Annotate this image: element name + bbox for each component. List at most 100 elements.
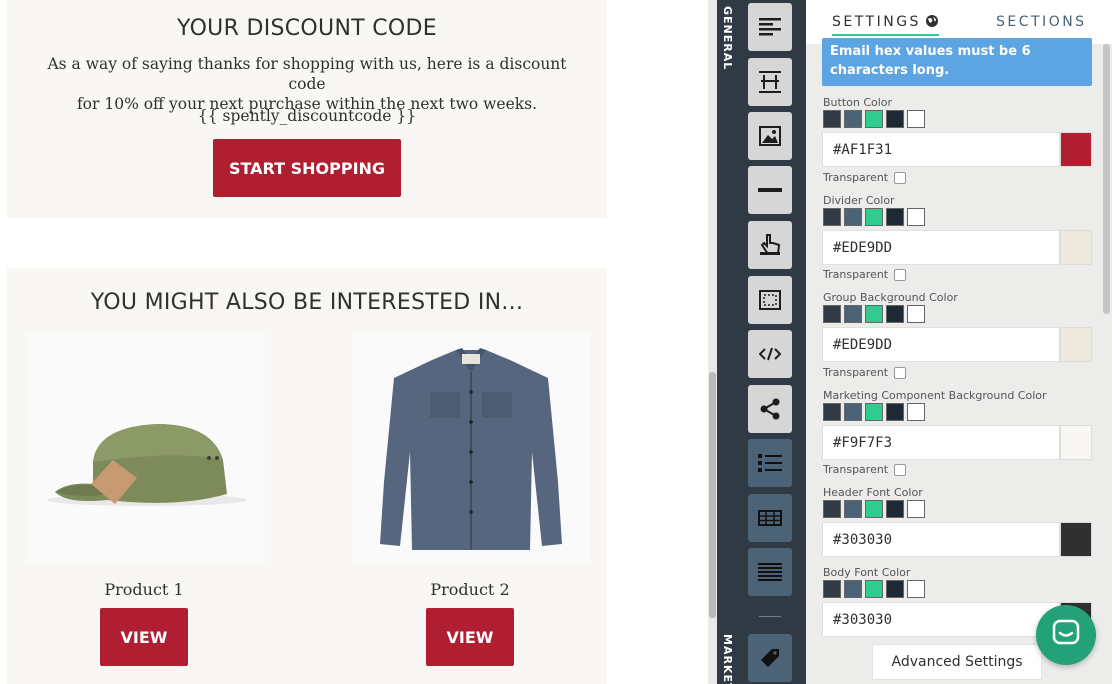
swatch-navy[interactable] [886, 208, 904, 226]
tab-settings[interactable]: SETTINGS [832, 14, 939, 36]
transparent-checkbox[interactable] [894, 463, 907, 476]
divider-color-transparent[interactable]: Transparent [823, 268, 907, 281]
swatch-navy[interactable] [886, 110, 904, 128]
swatch-white[interactable] [907, 305, 925, 323]
settings-panel: SETTINGS SECTIONS Email hex values must … [806, 0, 1112, 684]
swatch-steel-blue[interactable] [844, 403, 862, 421]
text-tool-button[interactable] [748, 3, 792, 51]
divider-color-input[interactable]: #EDE9DD [822, 230, 1060, 265]
spacer-tool-button[interactable] [748, 58, 792, 106]
header-font-color-preview[interactable] [1060, 522, 1092, 557]
button-color-preview[interactable] [1060, 132, 1092, 167]
component-toolbar [742, 0, 806, 684]
product-2-name: Product 2 [430, 580, 510, 599]
preview-scrollbar-thumb[interactable] [709, 372, 716, 618]
divider-color-label: Divider Color [823, 194, 895, 207]
code-tool-button[interactable] [748, 330, 792, 378]
share-tool-button[interactable] [748, 385, 792, 433]
swatch-white[interactable] [907, 580, 925, 598]
body-font-color-label: Body Font Color [823, 566, 911, 579]
swatch-dark-slate[interactable] [823, 580, 841, 598]
divider-color-preview[interactable] [1060, 230, 1092, 265]
swatch-dark-slate[interactable] [823, 403, 841, 421]
group-background-color-swatches [823, 305, 925, 323]
list-icon [758, 453, 782, 473]
swatch-navy[interactable] [886, 305, 904, 323]
swatch-steel-blue[interactable] [844, 500, 862, 518]
swatch-steel-blue[interactable] [844, 110, 862, 128]
tag-tool-button[interactable] [748, 634, 792, 682]
transparent-checkbox[interactable] [894, 366, 907, 379]
image-tool-button[interactable] [748, 112, 792, 160]
preview-scrollbar[interactable] [708, 0, 717, 684]
swatch-green[interactable] [865, 500, 883, 518]
denim-shirt-image [352, 332, 590, 564]
header-font-color-input[interactable]: #303030 [822, 522, 1060, 557]
group-background-color-input[interactable]: #EDE9DD [822, 327, 1060, 362]
button-color-swatches [823, 110, 925, 128]
swatch-white[interactable] [907, 208, 925, 226]
swatch-green[interactable] [865, 580, 883, 598]
swatch-dark-slate[interactable] [823, 110, 841, 128]
swatch-green[interactable] [865, 110, 883, 128]
discount-title: YOUR DISCOUNT CODE [177, 16, 437, 41]
marketing-component-background-color-transparent[interactable]: Transparent [823, 463, 907, 476]
start-shopping-button[interactable]: START SHOPPING [213, 139, 401, 197]
swatch-steel-blue[interactable] [844, 208, 862, 226]
transparent-label: Transparent [823, 366, 889, 379]
marketing-component-background-color-input[interactable]: #F9F7F3 [822, 425, 1060, 460]
swatch-white[interactable] [907, 403, 925, 421]
tab-general[interactable]: GENERAL [721, 6, 734, 70]
tag-icon [759, 647, 781, 669]
discount-section[interactable]: YOUR DISCOUNT CODE As a way of saying th… [7, 0, 607, 218]
body-font-color-swatches [823, 580, 925, 598]
transparent-checkbox[interactable] [894, 268, 907, 281]
lines-tool-button[interactable] [748, 548, 792, 596]
hex-length-alert: Email hex values must be 6 characters lo… [822, 38, 1092, 86]
side-tab-rail: GENERAL MARKETING [717, 0, 742, 684]
transparent-checkbox[interactable] [894, 171, 907, 184]
marketing-component-background-color-preview[interactable] [1060, 425, 1092, 460]
swatch-green[interactable] [865, 403, 883, 421]
frame-tool-button[interactable] [748, 276, 792, 324]
product-2-view-button[interactable]: VIEW [426, 608, 514, 666]
list-tool-button[interactable] [748, 439, 792, 487]
swatch-green[interactable] [865, 208, 883, 226]
swatch-navy[interactable] [886, 403, 904, 421]
header-font-color-swatches [823, 500, 925, 518]
swatch-dark-slate[interactable] [823, 500, 841, 518]
swatch-dark-slate[interactable] [823, 305, 841, 323]
chat-launcher-button[interactable] [1036, 605, 1096, 665]
group-background-color-transparent[interactable]: Transparent [823, 366, 907, 379]
swatch-steel-blue[interactable] [844, 305, 862, 323]
chat-icon [1052, 619, 1080, 651]
button-color-transparent[interactable]: Transparent [823, 171, 907, 184]
button-color-input[interactable]: #AF1F31 [822, 132, 1060, 167]
swatch-dark-slate[interactable] [823, 208, 841, 226]
header-font-color-label: Header Font Color [823, 486, 923, 499]
email-preview: YOUR DISCOUNT CODE As a way of saying th… [0, 0, 708, 684]
swatch-navy[interactable] [886, 500, 904, 518]
table-tool-button[interactable] [748, 494, 792, 542]
marketing-component-background-color-swatches [823, 403, 925, 421]
swatch-steel-blue[interactable] [844, 580, 862, 598]
advanced-settings-button[interactable]: Advanced Settings [872, 644, 1042, 680]
swatch-green[interactable] [865, 305, 883, 323]
marketing-component-background-color-label: Marketing Component Background Color [823, 389, 1047, 402]
button-tool-button[interactable] [748, 221, 792, 269]
divider-tool-button[interactable] [748, 166, 792, 214]
swatch-navy[interactable] [886, 580, 904, 598]
swatch-white[interactable] [907, 110, 925, 128]
tab-sections[interactable]: SECTIONS [996, 14, 1087, 30]
tab-marketing[interactable]: MARKETING [721, 634, 734, 684]
discount-code-token: {{ spently_discountcode }} [197, 107, 417, 125]
product-recommendations-section[interactable]: YOU MIGHT ALSO BE INTERESTED IN... Produ… [7, 268, 607, 684]
discount-body: As a way of saying thanks for shopping w… [27, 54, 587, 114]
image-icon [759, 126, 781, 146]
product-1-view-button[interactable]: VIEW [100, 608, 188, 666]
swatch-white[interactable] [907, 500, 925, 518]
group-background-color-preview[interactable] [1060, 327, 1092, 362]
divider-icon [758, 187, 782, 193]
body-font-color-input[interactable]: #303030 [822, 602, 1060, 637]
panel-scrollbar[interactable] [1103, 44, 1110, 314]
